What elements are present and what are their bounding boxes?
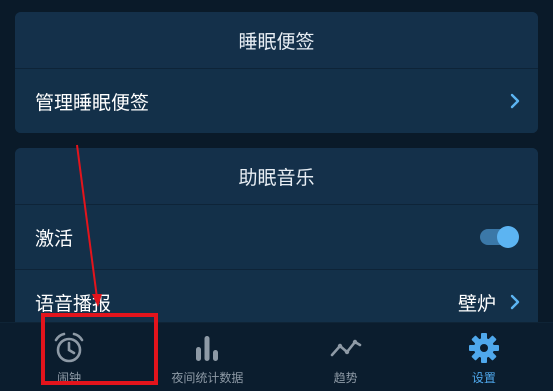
chevron-right-icon bbox=[510, 93, 520, 109]
alarm-clock-icon bbox=[54, 332, 84, 363]
sleep-music-header: 助眠音乐 bbox=[15, 148, 538, 205]
activate-toggle[interactable] bbox=[480, 226, 520, 248]
bar-chart-icon bbox=[196, 336, 219, 361]
tab-settings-label: 设置 bbox=[471, 371, 496, 385]
tab-alarm[interactable]: 闹钟 bbox=[0, 323, 138, 391]
voice-broadcast-value: 壁炉 bbox=[457, 292, 496, 315]
activate-label: 激活 bbox=[35, 227, 74, 250]
bottom-tab-bar: 闹钟 夜间统计数据 趋势 设置 bbox=[0, 322, 553, 391]
manage-sleep-notes-row[interactable]: 管理睡眠便签 bbox=[15, 69, 538, 133]
tab-night-stats-label: 夜间统计数据 bbox=[171, 371, 244, 385]
sleep-music-card: 助眠音乐 激活 语音播报 壁炉 bbox=[15, 148, 538, 338]
sleep-notes-header: 睡眠便签 bbox=[15, 12, 538, 69]
activate-row: 激活 bbox=[15, 205, 538, 270]
sleep-notes-card: 睡眠便签 管理睡眠便签 bbox=[15, 12, 538, 133]
tab-trends-label: 趋势 bbox=[333, 371, 358, 385]
tab-alarm-label: 闹钟 bbox=[57, 371, 82, 385]
manage-sleep-notes-label: 管理睡眠便签 bbox=[35, 91, 150, 114]
toggle-knob bbox=[497, 226, 519, 248]
tab-trends[interactable]: 趋势 bbox=[277, 323, 415, 391]
tab-night-stats[interactable]: 夜间统计数据 bbox=[138, 323, 276, 391]
voice-broadcast-label: 语音播报 bbox=[35, 292, 112, 315]
chevron-right-icon bbox=[510, 294, 520, 310]
gear-icon bbox=[468, 333, 499, 363]
settings-screen: 睡眠便签 管理睡眠便签 助眠音乐 激活 语音播报 壁炉 闹钟 夜间统计数据 趋势… bbox=[0, 0, 553, 391]
trend-line-icon bbox=[330, 339, 361, 357]
tab-settings[interactable]: 设置 bbox=[415, 323, 553, 391]
